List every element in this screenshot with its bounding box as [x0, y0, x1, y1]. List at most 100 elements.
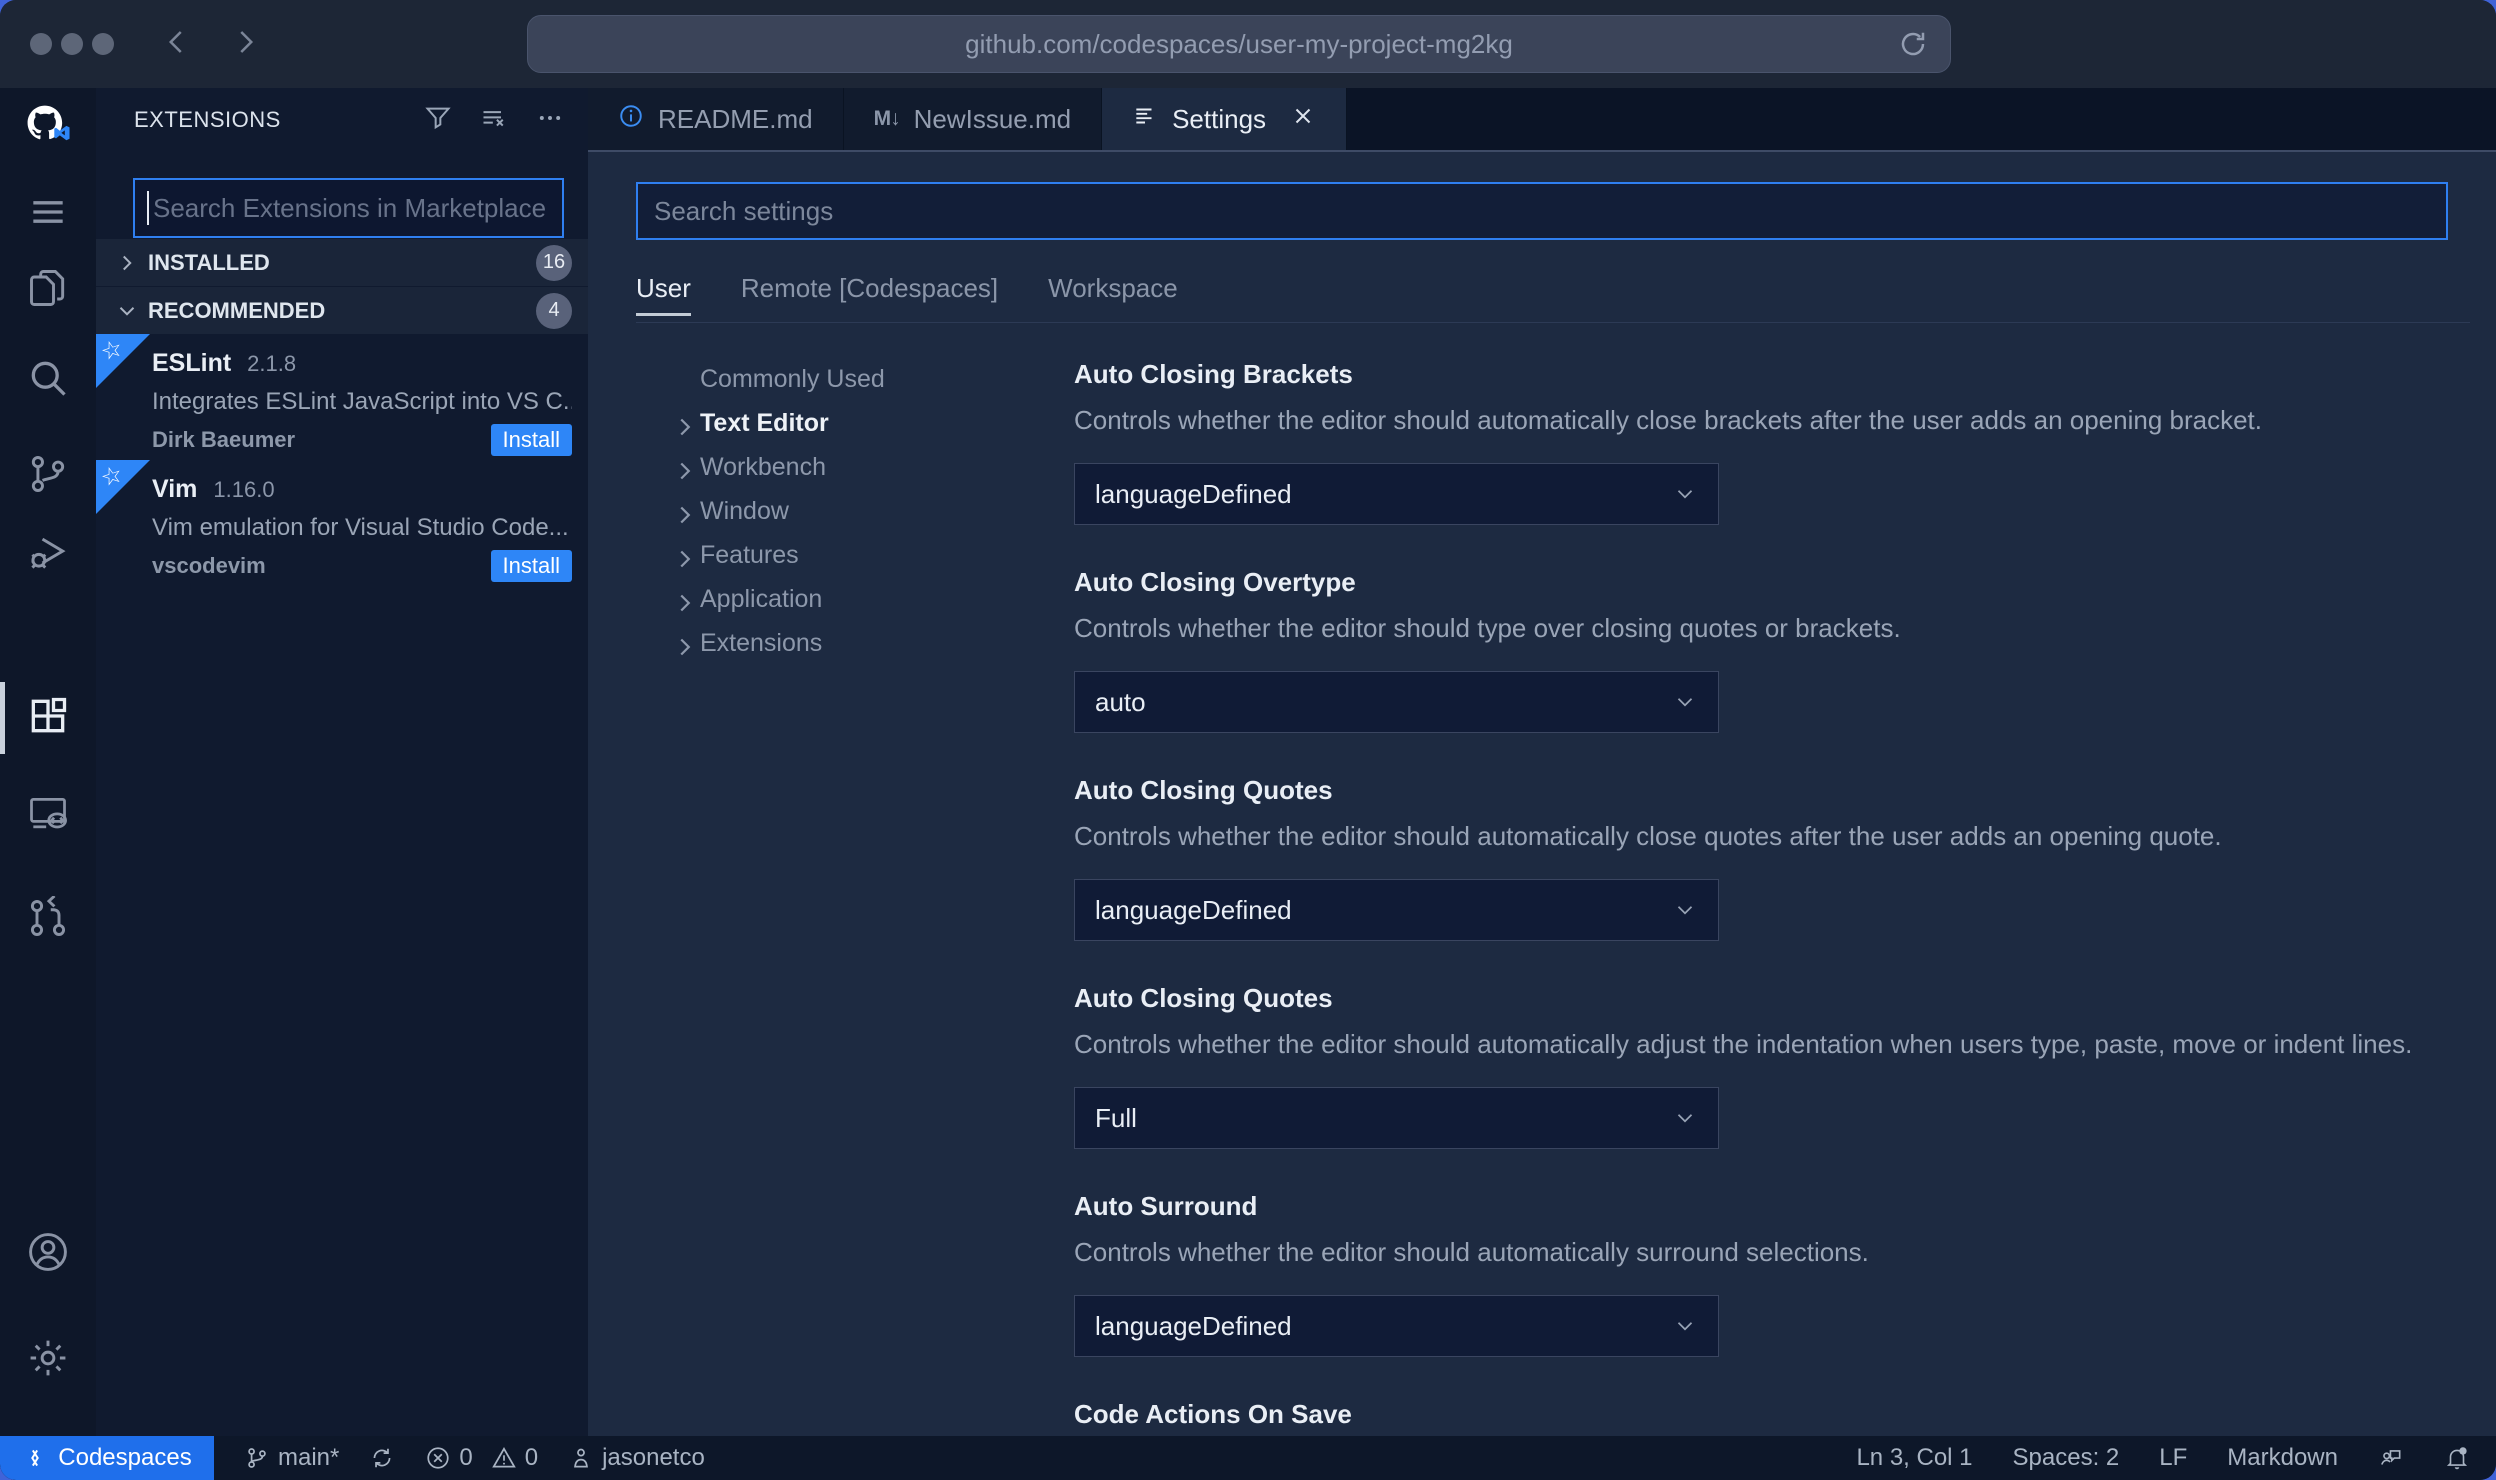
- notifications-button[interactable]: [2444, 1445, 2470, 1471]
- scope-tab-workspace[interactable]: Workspace: [1048, 266, 1178, 310]
- setting-title: Auto Closing Brackets: [1074, 359, 1353, 389]
- chevron-down-icon: [1672, 1313, 1698, 1339]
- select-value: languageDefined: [1095, 894, 1292, 925]
- extensions-icon[interactable]: [0, 694, 96, 738]
- section-recommended[interactable]: RECOMMENDED 4: [96, 287, 588, 334]
- bell-icon: [2446, 1447, 2468, 1470]
- more-actions-icon[interactable]: [536, 104, 564, 137]
- codespaces-label: Codespaces: [58, 1444, 192, 1471]
- setting-select[interactable]: languageDefined: [1074, 879, 1719, 941]
- tree-item-extensions[interactable]: Extensions: [636, 621, 988, 665]
- settings-scope-tabs: User Remote [Codespaces] Workspace: [636, 266, 2448, 316]
- settings-editor: Search settings User Remote [Codespaces]…: [588, 152, 2496, 1436]
- reload-icon[interactable]: [1898, 29, 1928, 64]
- run-debug-icon[interactable]: [0, 530, 96, 574]
- setting-select[interactable]: languageDefined: [1074, 463, 1719, 525]
- close-window-button[interactable]: [30, 33, 52, 55]
- url-text: github.com/codespaces/user-my-project-mg…: [965, 28, 1513, 59]
- source-control-icon[interactable]: [0, 452, 96, 496]
- select-value: languageDefined: [1095, 1310, 1292, 1341]
- account-icon[interactable]: [0, 1230, 96, 1274]
- problems-indicator[interactable]: 0 0: [425, 1444, 538, 1472]
- info-icon: [618, 103, 644, 136]
- error-count: 0: [459, 1444, 473, 1471]
- forward-icon[interactable]: [230, 27, 260, 62]
- back-icon[interactable]: [162, 27, 192, 62]
- scope-tab-remote[interactable]: Remote [Codespaces]: [741, 266, 998, 310]
- search-icon[interactable]: [0, 356, 96, 400]
- branch-indicator[interactable]: main*: [244, 1444, 339, 1472]
- remote-icon: [31, 1449, 40, 1467]
- tree-item-features[interactable]: Features: [636, 533, 988, 577]
- branch-name: main*: [278, 1444, 340, 1471]
- user-indicator[interactable]: jasonetco: [568, 1444, 705, 1472]
- settings-search-placeholder: Search settings: [654, 195, 834, 226]
- settings-gear-icon[interactable]: [0, 1336, 96, 1380]
- tree-item-window[interactable]: Window: [636, 489, 988, 533]
- explorer-icon[interactable]: [0, 266, 96, 310]
- extensions-search-input[interactable]: Search Extensions in Marketplace: [133, 178, 564, 238]
- remote-explorer-icon[interactable]: [0, 792, 96, 836]
- tab-readme[interactable]: README.md: [588, 88, 844, 150]
- window-controls[interactable]: [30, 33, 114, 55]
- tree-item-workbench[interactable]: Workbench: [636, 445, 988, 489]
- setting-select[interactable]: auto: [1074, 671, 1719, 733]
- markdown-icon: M↓: [873, 107, 901, 130]
- setting-auto-closing-overtype: Auto Closing Overtype Controls whether t…: [1074, 565, 2448, 733]
- extension-author: vscodevim: [152, 553, 266, 578]
- filter-icon[interactable]: [424, 104, 452, 137]
- install-button[interactable]: Install: [490, 550, 572, 582]
- close-tab-icon[interactable]: [1290, 103, 1316, 136]
- clear-extensions-icon[interactable]: [480, 104, 508, 137]
- section-label: INSTALLED: [148, 249, 270, 275]
- tab-newissue[interactable]: M↓ NewIssue.md: [843, 88, 1103, 150]
- section-installed[interactable]: INSTALLED 16: [96, 239, 588, 286]
- setting-title: Auto Closing Overtype: [1074, 567, 1356, 597]
- extensions-sidebar: EXTENSIONS Search Extensions in Marketpl…: [96, 88, 588, 1436]
- maximize-window-button[interactable]: [92, 33, 114, 55]
- tab-label: NewIssue.md: [913, 103, 1072, 134]
- tree-item-text-editor[interactable]: Text Editor: [636, 401, 988, 445]
- sync-button[interactable]: [369, 1445, 395, 1471]
- install-button[interactable]: Install: [490, 424, 572, 456]
- extension-item-vim[interactable]: ☆ Vim 1.16.0 Vim emulation for Visual St…: [96, 460, 588, 586]
- language-mode[interactable]: Markdown: [2227, 1444, 2338, 1472]
- text-cursor: [147, 191, 149, 225]
- cursor-position[interactable]: Ln 3, Col 1: [1856, 1444, 1972, 1472]
- sidebar-title: EXTENSIONS: [134, 107, 281, 132]
- github-pull-requests-icon[interactable]: [0, 896, 96, 940]
- eol-sequence[interactable]: LF: [2159, 1444, 2187, 1472]
- tab-label: README.md: [658, 103, 813, 134]
- tree-item-application[interactable]: Application: [636, 577, 988, 621]
- minimize-window-button[interactable]: [61, 33, 83, 55]
- extension-description: Vim emulation for Visual Studio Code...: [152, 514, 569, 541]
- feedback-button[interactable]: [2378, 1445, 2404, 1471]
- indentation[interactable]: Spaces: 2: [2013, 1444, 2120, 1472]
- chevron-right-icon: [670, 588, 700, 612]
- setting-select[interactable]: languageDefined: [1074, 1295, 1719, 1357]
- setting-auto-indent: Auto Closing Quotes Controls whether the…: [1074, 981, 2448, 1149]
- address-bar[interactable]: github.com/codespaces/user-my-project-mg…: [527, 15, 1951, 73]
- setting-title: Code Actions On Save: [1074, 1399, 1352, 1429]
- tree-item-label: Window: [700, 496, 789, 525]
- warning-icon: [491, 1447, 516, 1468]
- user-name: jasonetco: [602, 1444, 705, 1471]
- chevron-down-icon: [1672, 1105, 1698, 1131]
- settings-search-input[interactable]: Search settings: [636, 182, 2448, 240]
- tree-item-label: Application: [700, 584, 823, 613]
- error-icon: [427, 1447, 449, 1469]
- extension-item-eslint[interactable]: ☆ ESLint 2.1.8 Integrates ESLint JavaScr…: [96, 334, 588, 460]
- installed-count-badge: 16: [536, 244, 572, 281]
- browser-window: github.com/codespaces/user-my-project-mg…: [0, 0, 2496, 1480]
- setting-title: Auto Surround: [1074, 1191, 1258, 1221]
- setting-select[interactable]: Full: [1074, 1087, 1719, 1149]
- recommended-count-badge: 4: [536, 292, 572, 329]
- chevron-down-icon: [1672, 689, 1698, 715]
- codespaces-remote-button[interactable]: Codespaces: [0, 1436, 214, 1480]
- scope-tab-user[interactable]: User: [636, 266, 691, 316]
- chevron-right-icon: [670, 544, 700, 568]
- tree-item-commonly-used[interactable]: Commonly Used: [636, 357, 988, 401]
- menu-icon[interactable]: [0, 190, 96, 234]
- extension-author: Dirk Baeumer: [152, 427, 296, 452]
- tab-settings[interactable]: Settings: [1102, 88, 1348, 150]
